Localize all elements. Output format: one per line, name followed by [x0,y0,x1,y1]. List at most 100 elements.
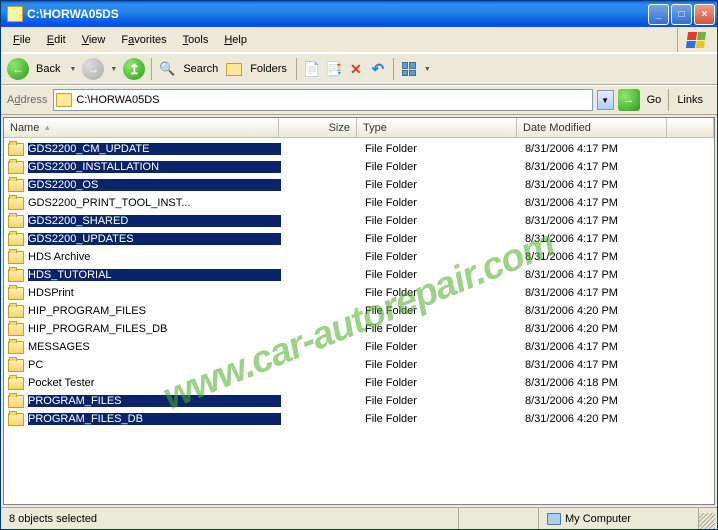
status-selection: 8 objects selected [1,508,459,529]
menu-favorites[interactable]: Favorites [113,31,174,49]
views-button[interactable] [400,60,418,78]
file-row[interactable]: HDS ArchiveFile Folder8/31/2006 4:17 PM [4,248,714,266]
folder-icon [8,287,24,300]
file-name: HDS Archive [28,251,281,263]
menu-edit[interactable]: Edit [39,31,74,49]
file-row[interactable]: HDS_TUTORIAL File Folder8/31/2006 4:17 PM [4,266,714,284]
file-date: 8/31/2006 4:20 PM [519,305,669,317]
file-list[interactable]: www.car-autorepair.com GDS2200_CM_UPDATE… [4,138,714,504]
back-label: Back [33,63,63,75]
resize-grip[interactable] [699,513,715,529]
menu-view[interactable]: View [74,31,114,49]
file-row[interactable]: PROGRAM_FILESFile Folder8/31/2006 4:20 P… [4,392,714,410]
back-button[interactable]: ← [7,58,29,80]
file-date: 8/31/2006 4:17 PM [519,269,669,281]
menu-bar: File Edit View Favorites Tools Help [1,27,717,53]
menu-tools[interactable]: Tools [175,31,217,49]
file-name: GDS2200_OS [28,179,281,191]
undo-button[interactable]: ↶ [369,60,387,78]
file-row[interactable]: Pocket TesterFile Folder8/31/2006 4:18 P… [4,374,714,392]
file-type: File Folder [359,143,519,155]
move-to-button[interactable]: 📄 [303,60,321,78]
file-row[interactable]: GDS2200_SHARED File Folder8/31/2006 4:17 … [4,212,714,230]
file-name: GDS2200_UPDATES [28,233,281,245]
file-row[interactable]: HIP_PROGRAM_FILES_DBFile Folder8/31/2006… [4,320,714,338]
file-row[interactable]: PROGRAM_FILES_DBFile Folder8/31/2006 4:2… [4,410,714,428]
file-row[interactable]: GDS2200_UPDATESFile Folder8/31/2006 4:17… [4,230,714,248]
folder-icon [8,323,24,336]
maximize-button[interactable]: □ [671,4,692,25]
folder-icon [8,197,24,210]
folder-icon [8,233,24,246]
column-name[interactable]: Name▲ [4,118,279,137]
file-row[interactable]: HDSPrint File Folder8/31/2006 4:17 PM [4,284,714,302]
minimize-button[interactable]: _ [648,4,669,25]
views-dropdown[interactable]: ▼ [422,66,433,73]
file-list-area: Name▲ Size Type Date Modified www.car-au… [3,117,715,505]
computer-icon [547,513,561,525]
file-date: 8/31/2006 4:17 PM [519,233,669,245]
file-type: File Folder [359,197,519,209]
file-date: 8/31/2006 4:17 PM [519,197,669,209]
explorer-window: C:\HORWA05DS _ □ × File Edit View Favori… [0,0,718,530]
sort-ascending-icon: ▲ [43,123,51,132]
file-date: 8/31/2006 4:17 PM [519,287,669,299]
links-button[interactable]: Links [668,89,711,111]
file-name: PC [28,359,281,371]
address-dropdown[interactable]: ▼ [597,90,614,110]
column-size[interactable]: Size [279,118,357,137]
forward-dropdown[interactable]: ▼ [108,66,119,73]
folder-icon [56,93,72,107]
title-bar[interactable]: C:\HORWA05DS _ □ × [1,1,717,27]
file-row[interactable]: HIP_PROGRAM_FILESFile Folder8/31/2006 4:… [4,302,714,320]
address-bar: Address C:\HORWA05DS ▼ → Go Links [1,85,717,115]
folder-icon [8,395,24,408]
go-button[interactable]: → [618,89,640,111]
search-button[interactable]: Search [180,63,221,75]
file-row[interactable]: MESSAGESFile Folder8/31/2006 4:17 PM [4,338,714,356]
file-name: HIP_PROGRAM_FILES [28,305,281,317]
delete-button[interactable]: ✕ [347,60,365,78]
file-name: GDS2200_CM_UPDATE [28,143,281,155]
address-path: C:\HORWA05DS [76,94,159,106]
file-date: 8/31/2006 4:17 PM [519,251,669,263]
file-date: 8/31/2006 4:17 PM [519,143,669,155]
file-type: File Folder [359,287,519,299]
up-button[interactable]: ↥ [123,58,145,80]
file-name: GDS2200_SHARED [28,215,281,227]
file-type: File Folder [359,359,519,371]
status-mid [459,508,539,529]
folder-icon [8,215,24,228]
file-date: 8/31/2006 4:17 PM [519,359,669,371]
file-type: File Folder [359,323,519,335]
menu-file[interactable]: File [5,31,39,49]
file-name: HDS_TUTORIAL [28,269,281,281]
file-row[interactable]: GDS2200_INSTALLATIONFile Folder8/31/2006… [4,158,714,176]
go-label[interactable]: Go [644,94,665,106]
file-date: 8/31/2006 4:17 PM [519,341,669,353]
toolbar-separator-2 [296,58,297,80]
file-row[interactable]: GDS2200_OSFile Folder8/31/2006 4:17 PM [4,176,714,194]
status-bar: 8 objects selected My Computer [1,507,717,529]
file-type: File Folder [359,269,519,281]
column-spacer [667,118,714,137]
address-field[interactable]: C:\HORWA05DS [53,89,592,111]
column-date[interactable]: Date Modified [517,118,667,137]
menu-help[interactable]: Help [216,31,255,49]
file-name: PROGRAM_FILES_DB [28,413,281,425]
file-name: HDSPrint [28,287,281,299]
window-title: C:\HORWA05DS [27,7,648,21]
file-type: File Folder [359,215,519,227]
column-type[interactable]: Type [357,118,517,137]
file-type: File Folder [359,413,519,425]
folders-button[interactable]: Folders [247,63,290,75]
close-button[interactable]: × [694,4,715,25]
file-row[interactable]: GDS2200_PRINT_TOOL_INST...File Folder8/3… [4,194,714,212]
file-date: 8/31/2006 4:17 PM [519,215,669,227]
back-dropdown[interactable]: ▼ [67,66,78,73]
file-row[interactable]: GDS2200_CM_UPDATE File Folder8/31/2006 4:… [4,140,714,158]
folder-icon [8,305,24,318]
file-row[interactable]: PC File Folder8/31/2006 4:17 PM [4,356,714,374]
file-type: File Folder [359,377,519,389]
copy-to-button[interactable]: 📑 [325,60,343,78]
